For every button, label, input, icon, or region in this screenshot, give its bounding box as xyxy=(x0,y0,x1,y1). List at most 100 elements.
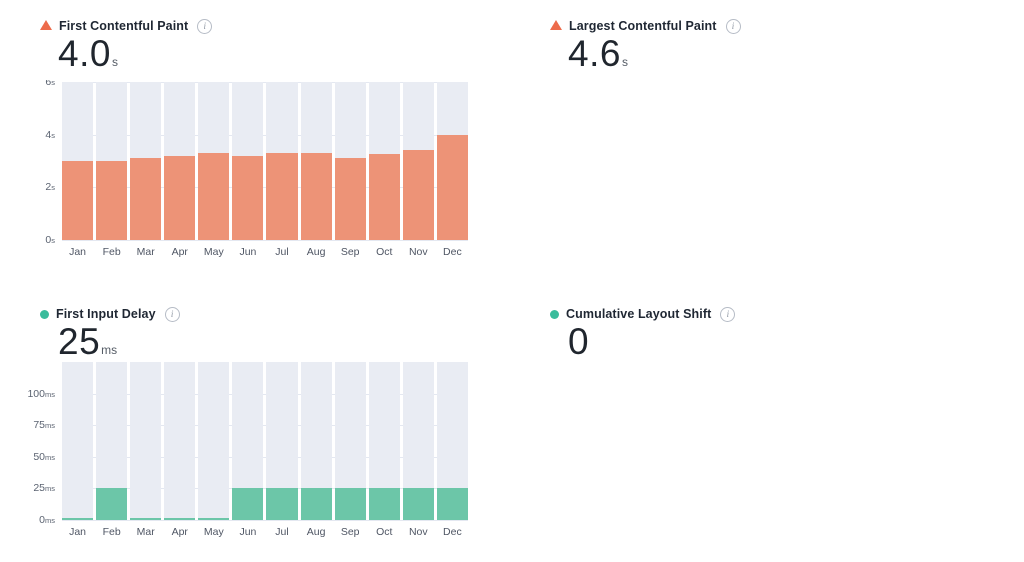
x-axis-tick-label: Feb xyxy=(102,526,121,538)
bar-column[interactable] xyxy=(198,82,230,240)
bar-column[interactable] xyxy=(334,362,366,520)
y-axis-tick-label: 100ms xyxy=(27,387,55,400)
metric-title: First Contentful Paint xyxy=(59,19,189,33)
chart-largest-contentful-paint: 0s2s4s6sJanFebMarAprMayJunJulAugSepOctNo… xyxy=(510,70,1024,260)
bar[interactable] xyxy=(334,158,366,240)
metric-card-first-input-delay: First Input Delay i 25 ms 0ms 25ms 50ms 75m… xyxy=(0,288,510,562)
bar[interactable] xyxy=(198,153,230,240)
bar-column[interactable] xyxy=(368,362,400,520)
bar[interactable] xyxy=(198,518,230,520)
bar-column[interactable] xyxy=(164,362,196,520)
y-axis-tick-label: 50ms xyxy=(33,450,55,463)
bar[interactable] xyxy=(130,518,162,520)
bar-column[interactable] xyxy=(402,82,434,240)
bar-column[interactable] xyxy=(402,362,434,520)
gridline xyxy=(62,240,468,241)
metric-unit: s xyxy=(621,55,628,69)
bar[interactable] xyxy=(300,153,332,240)
metric-title: Largest Contentful Paint xyxy=(569,19,717,33)
bar[interactable] xyxy=(368,488,400,520)
x-axis-tick-label: Jan xyxy=(69,246,86,258)
bar-column[interactable] xyxy=(130,82,162,240)
bar[interactable] xyxy=(62,161,94,240)
x-axis-tick-label: Jun xyxy=(239,526,257,538)
plot-area: 0ms 25ms 50ms 75ms 100ms Jan Feb Mar Apr May Jun Ju… xyxy=(0,358,510,538)
bar-column[interactable] xyxy=(300,82,332,240)
metric-card-cumulative-layout-shift: Cumulative Layout Shift i 0 0 0.05 0.1 0.15… xyxy=(510,288,1024,562)
metric-value-row: 4.6 s xyxy=(550,35,1024,73)
triangle-icon xyxy=(550,20,562,30)
bar-column[interactable] xyxy=(266,362,298,520)
bar-column[interactable] xyxy=(198,362,230,520)
bar[interactable] xyxy=(62,518,94,520)
metric-card-largest-contentful-paint: Largest Contentful Paint i 4.6 s 0s2s4s6… xyxy=(510,0,1024,288)
web-vitals-dashboard: First Contentful Paint i 4.0 s 0s 2s 4s 6s J… xyxy=(0,0,1024,562)
plot-area: 0s2s4s6sJanFebMarAprMayJunJulAugSepOctNo… xyxy=(0,70,510,260)
y-axis-tick-label: 75ms xyxy=(33,419,55,432)
bar[interactable] xyxy=(300,488,332,520)
x-axis-tick-label: Dec xyxy=(443,246,462,258)
x-axis-tick-label: Apr xyxy=(171,526,188,538)
bar[interactable] xyxy=(402,488,434,520)
metric-value-row: 4.0 s xyxy=(40,35,510,73)
y-axis-tick-label: 2s xyxy=(510,181,1024,193)
card-header: Cumulative Layout Shift i 0 xyxy=(510,288,1024,361)
bar-column[interactable] xyxy=(368,82,400,240)
bar[interactable] xyxy=(266,488,298,520)
triangle-icon xyxy=(40,20,52,30)
bar[interactable] xyxy=(266,153,298,240)
bars-container xyxy=(62,82,468,240)
x-axis-tick-label: Jan xyxy=(69,526,86,538)
bar-column[interactable] xyxy=(266,82,298,240)
plot-area: 0s2s4s6sJanFebMarAprMayJunJulAugSepOctNo… xyxy=(510,70,1024,260)
bar[interactable] xyxy=(96,161,128,240)
bar-column[interactable] xyxy=(300,362,332,520)
card-header: Largest Contentful Paint i 4.6 s xyxy=(510,0,1024,73)
bar-column[interactable] xyxy=(334,82,366,240)
x-axis-tick-label: Jul xyxy=(275,526,289,538)
bar[interactable] xyxy=(96,488,128,520)
bar-column[interactable] xyxy=(232,362,264,520)
bar[interactable] xyxy=(436,488,468,520)
dot-icon xyxy=(550,309,559,319)
x-axis-tick-label: Jun xyxy=(239,246,257,258)
y-axis-tick-label: 0ms xyxy=(39,514,55,526)
bar[interactable] xyxy=(232,155,264,240)
metric-value: 4.6 xyxy=(568,33,621,74)
metric-title: First Input Delay xyxy=(56,307,156,321)
info-icon[interactable]: i xyxy=(725,18,741,34)
plot-area: 00.050.10.150.20.25JanFebMarAprMayJunJul… xyxy=(510,358,1024,536)
info-icon[interactable]: i xyxy=(164,306,180,322)
y-axis-tick-label: 0.05 xyxy=(510,482,1024,494)
bar[interactable] xyxy=(402,150,434,240)
y-axis-tick-label: 4s xyxy=(510,129,1024,141)
bar[interactable] xyxy=(436,134,468,240)
info-icon[interactable]: i xyxy=(720,306,736,322)
bar-column[interactable] xyxy=(130,362,162,520)
info-icon[interactable]: i xyxy=(197,18,213,34)
bar-column[interactable] xyxy=(62,82,94,240)
bar-column[interactable] xyxy=(164,82,196,240)
bar-column[interactable] xyxy=(436,82,468,240)
bar[interactable] xyxy=(232,488,264,520)
x-axis-labels: Jan Feb Mar Apr May Jun Jul Aug Sep Oct Nov Dec xyxy=(62,246,468,258)
bar[interactable] xyxy=(130,158,162,240)
x-axis-tick-label: Oct xyxy=(376,246,393,258)
bar[interactable] xyxy=(164,518,196,520)
y-axis-tick-label: 0s xyxy=(510,234,1024,246)
x-axis-tick-label: Mar xyxy=(136,526,155,538)
bar-column[interactable] xyxy=(62,362,94,520)
x-axis-tick-label: Jul xyxy=(275,246,289,258)
bar-column[interactable] xyxy=(232,82,264,240)
metric-value-row: 0 xyxy=(550,323,1024,361)
bar-column[interactable] xyxy=(96,82,128,240)
bar[interactable] xyxy=(164,155,196,240)
bar[interactable] xyxy=(334,488,366,520)
x-axis-tick-label: Aug xyxy=(306,526,326,538)
bar-column[interactable] xyxy=(96,362,128,520)
metric-card-first-contentful-paint: First Contentful Paint i 4.0 s 0s 2s 4s 6s J… xyxy=(0,0,510,288)
bar[interactable] xyxy=(368,154,400,240)
x-axis-tick-label: Sep xyxy=(340,526,360,538)
card-header: First Input Delay i 25 ms xyxy=(0,288,510,361)
bar-column[interactable] xyxy=(436,362,468,520)
